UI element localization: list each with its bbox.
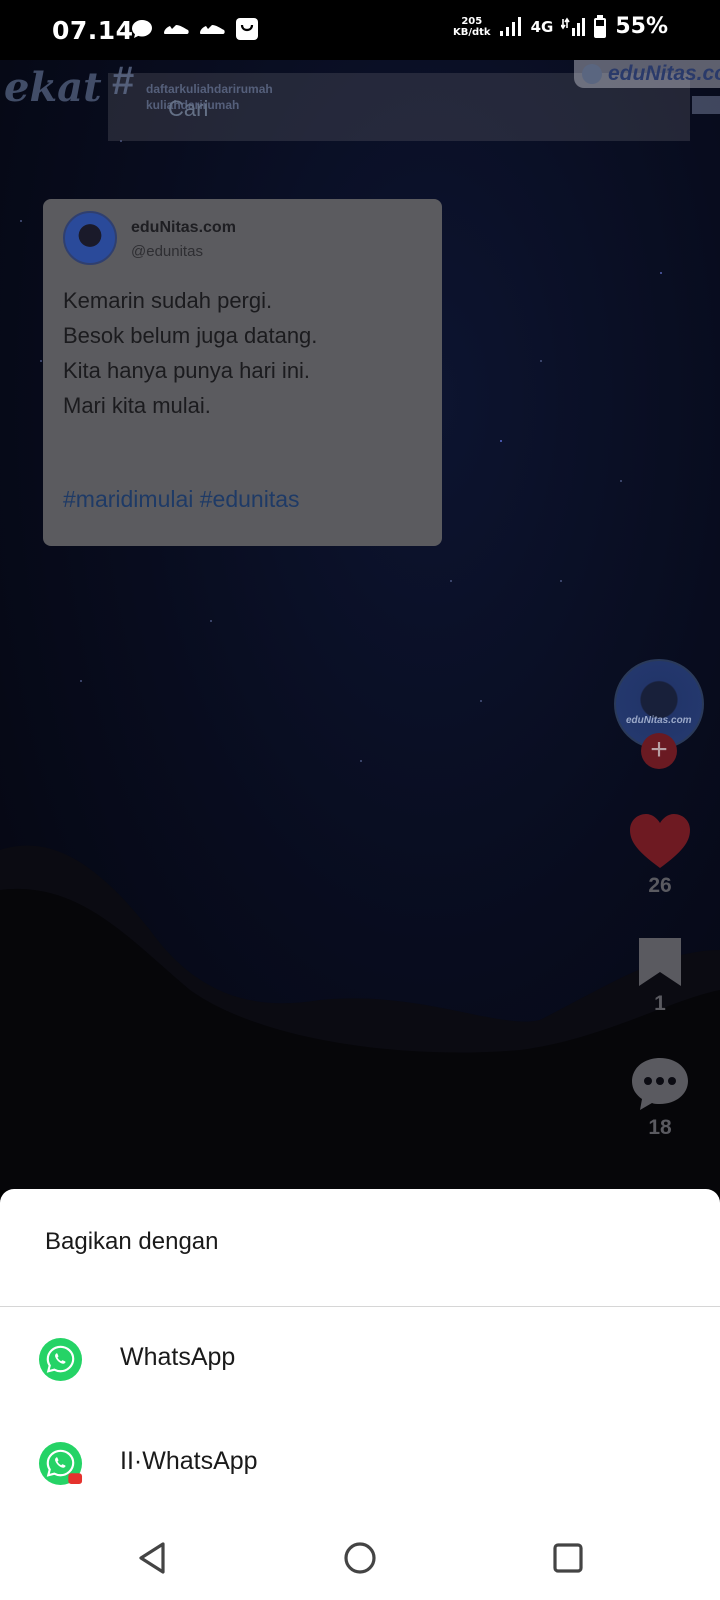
- whatsapp-dual-icon: [38, 1441, 83, 1486]
- post-line: Kemarin sudah pergi.: [63, 288, 273, 313]
- shopping-bag-icon: [236, 18, 258, 40]
- heart-icon: [630, 814, 690, 868]
- post-text: Kemarin sudah pergi. Besok belum juga da…: [63, 283, 317, 423]
- shoe-icon: [164, 25, 189, 34]
- overlay-tag-1: daftarkuliahdarirumah: [146, 82, 273, 96]
- post-card: eduNitas.com @edunitas Kemarin sudah per…: [43, 199, 442, 546]
- recents-icon[interactable]: [548, 1538, 588, 1578]
- brand-badge: eduNitas.co: [574, 60, 720, 88]
- post-handle: @edunitas: [131, 243, 203, 260]
- watermark-logo: ekat: [4, 64, 102, 111]
- follow-button[interactable]: +: [641, 733, 677, 769]
- battery-percent: 55%: [615, 14, 668, 39]
- brand-badge-text: eduNitas.co: [608, 62, 720, 85]
- back-icon[interactable]: [133, 1538, 173, 1578]
- shoe-icon: [200, 25, 225, 34]
- comment-button[interactable]: 18: [620, 1056, 700, 1140]
- notification-icons: [130, 16, 260, 42]
- post-avatar: [63, 211, 117, 265]
- network-speed: 205 KB/dtk: [453, 16, 491, 38]
- bookmark-icon: [639, 938, 681, 986]
- whatsapp-icon: [38, 1337, 83, 1382]
- hills-silhouette: [0, 845, 720, 1190]
- brand-sub-badge: [692, 96, 720, 114]
- status-bar: 07.14 205 KB/dtk 4G 55%: [0, 0, 720, 60]
- post-name: eduNitas.com: [131, 219, 236, 236]
- creator-brand: eduNitas.com: [626, 715, 692, 726]
- hash-icon: #: [112, 60, 135, 103]
- network-type: 4G: [530, 17, 554, 36]
- comment-icon: [632, 1058, 688, 1110]
- share-option-label: WhatsApp: [120, 1343, 236, 1371]
- like-button[interactable]: 26: [620, 812, 700, 898]
- battery-icon: [594, 14, 607, 38]
- post-line: Mari kita mulai.: [63, 393, 211, 418]
- share-option-dual-whatsapp[interactable]: II·WhatsApp: [0, 1411, 720, 1515]
- post-line: Besok belum juga datang.: [63, 323, 318, 348]
- signal-arrows-icon: [561, 17, 586, 36]
- like-count: 26: [648, 874, 672, 897]
- share-option-label: II·WhatsApp: [120, 1447, 258, 1475]
- signal-icon: [499, 16, 521, 36]
- share-sheet-title: Bagikan dengan: [45, 1228, 219, 1255]
- bookmark-button[interactable]: 1: [620, 936, 700, 1016]
- comment-count: 18: [648, 1116, 672, 1139]
- post-hashtags: #maridimulai #edunitas: [63, 486, 300, 512]
- brand-logo-icon: [582, 64, 602, 84]
- home-icon[interactable]: [340, 1538, 380, 1578]
- status-right: 205 KB/dtk 4G 55%: [453, 14, 668, 39]
- search-placeholder: Cari: [168, 96, 209, 121]
- chat-bubble-icon: [132, 20, 152, 38]
- post-line: Kita hanya punya hari ini.: [63, 358, 311, 383]
- speed-value: 205: [461, 15, 483, 27]
- share-option-whatsapp[interactable]: WhatsApp: [0, 1307, 720, 1411]
- speed-unit: KB/dtk: [452, 26, 491, 38]
- bookmark-count: 1: [654, 992, 666, 1015]
- status-time: 07.14: [52, 16, 134, 45]
- navigation-bar: [0, 1510, 720, 1600]
